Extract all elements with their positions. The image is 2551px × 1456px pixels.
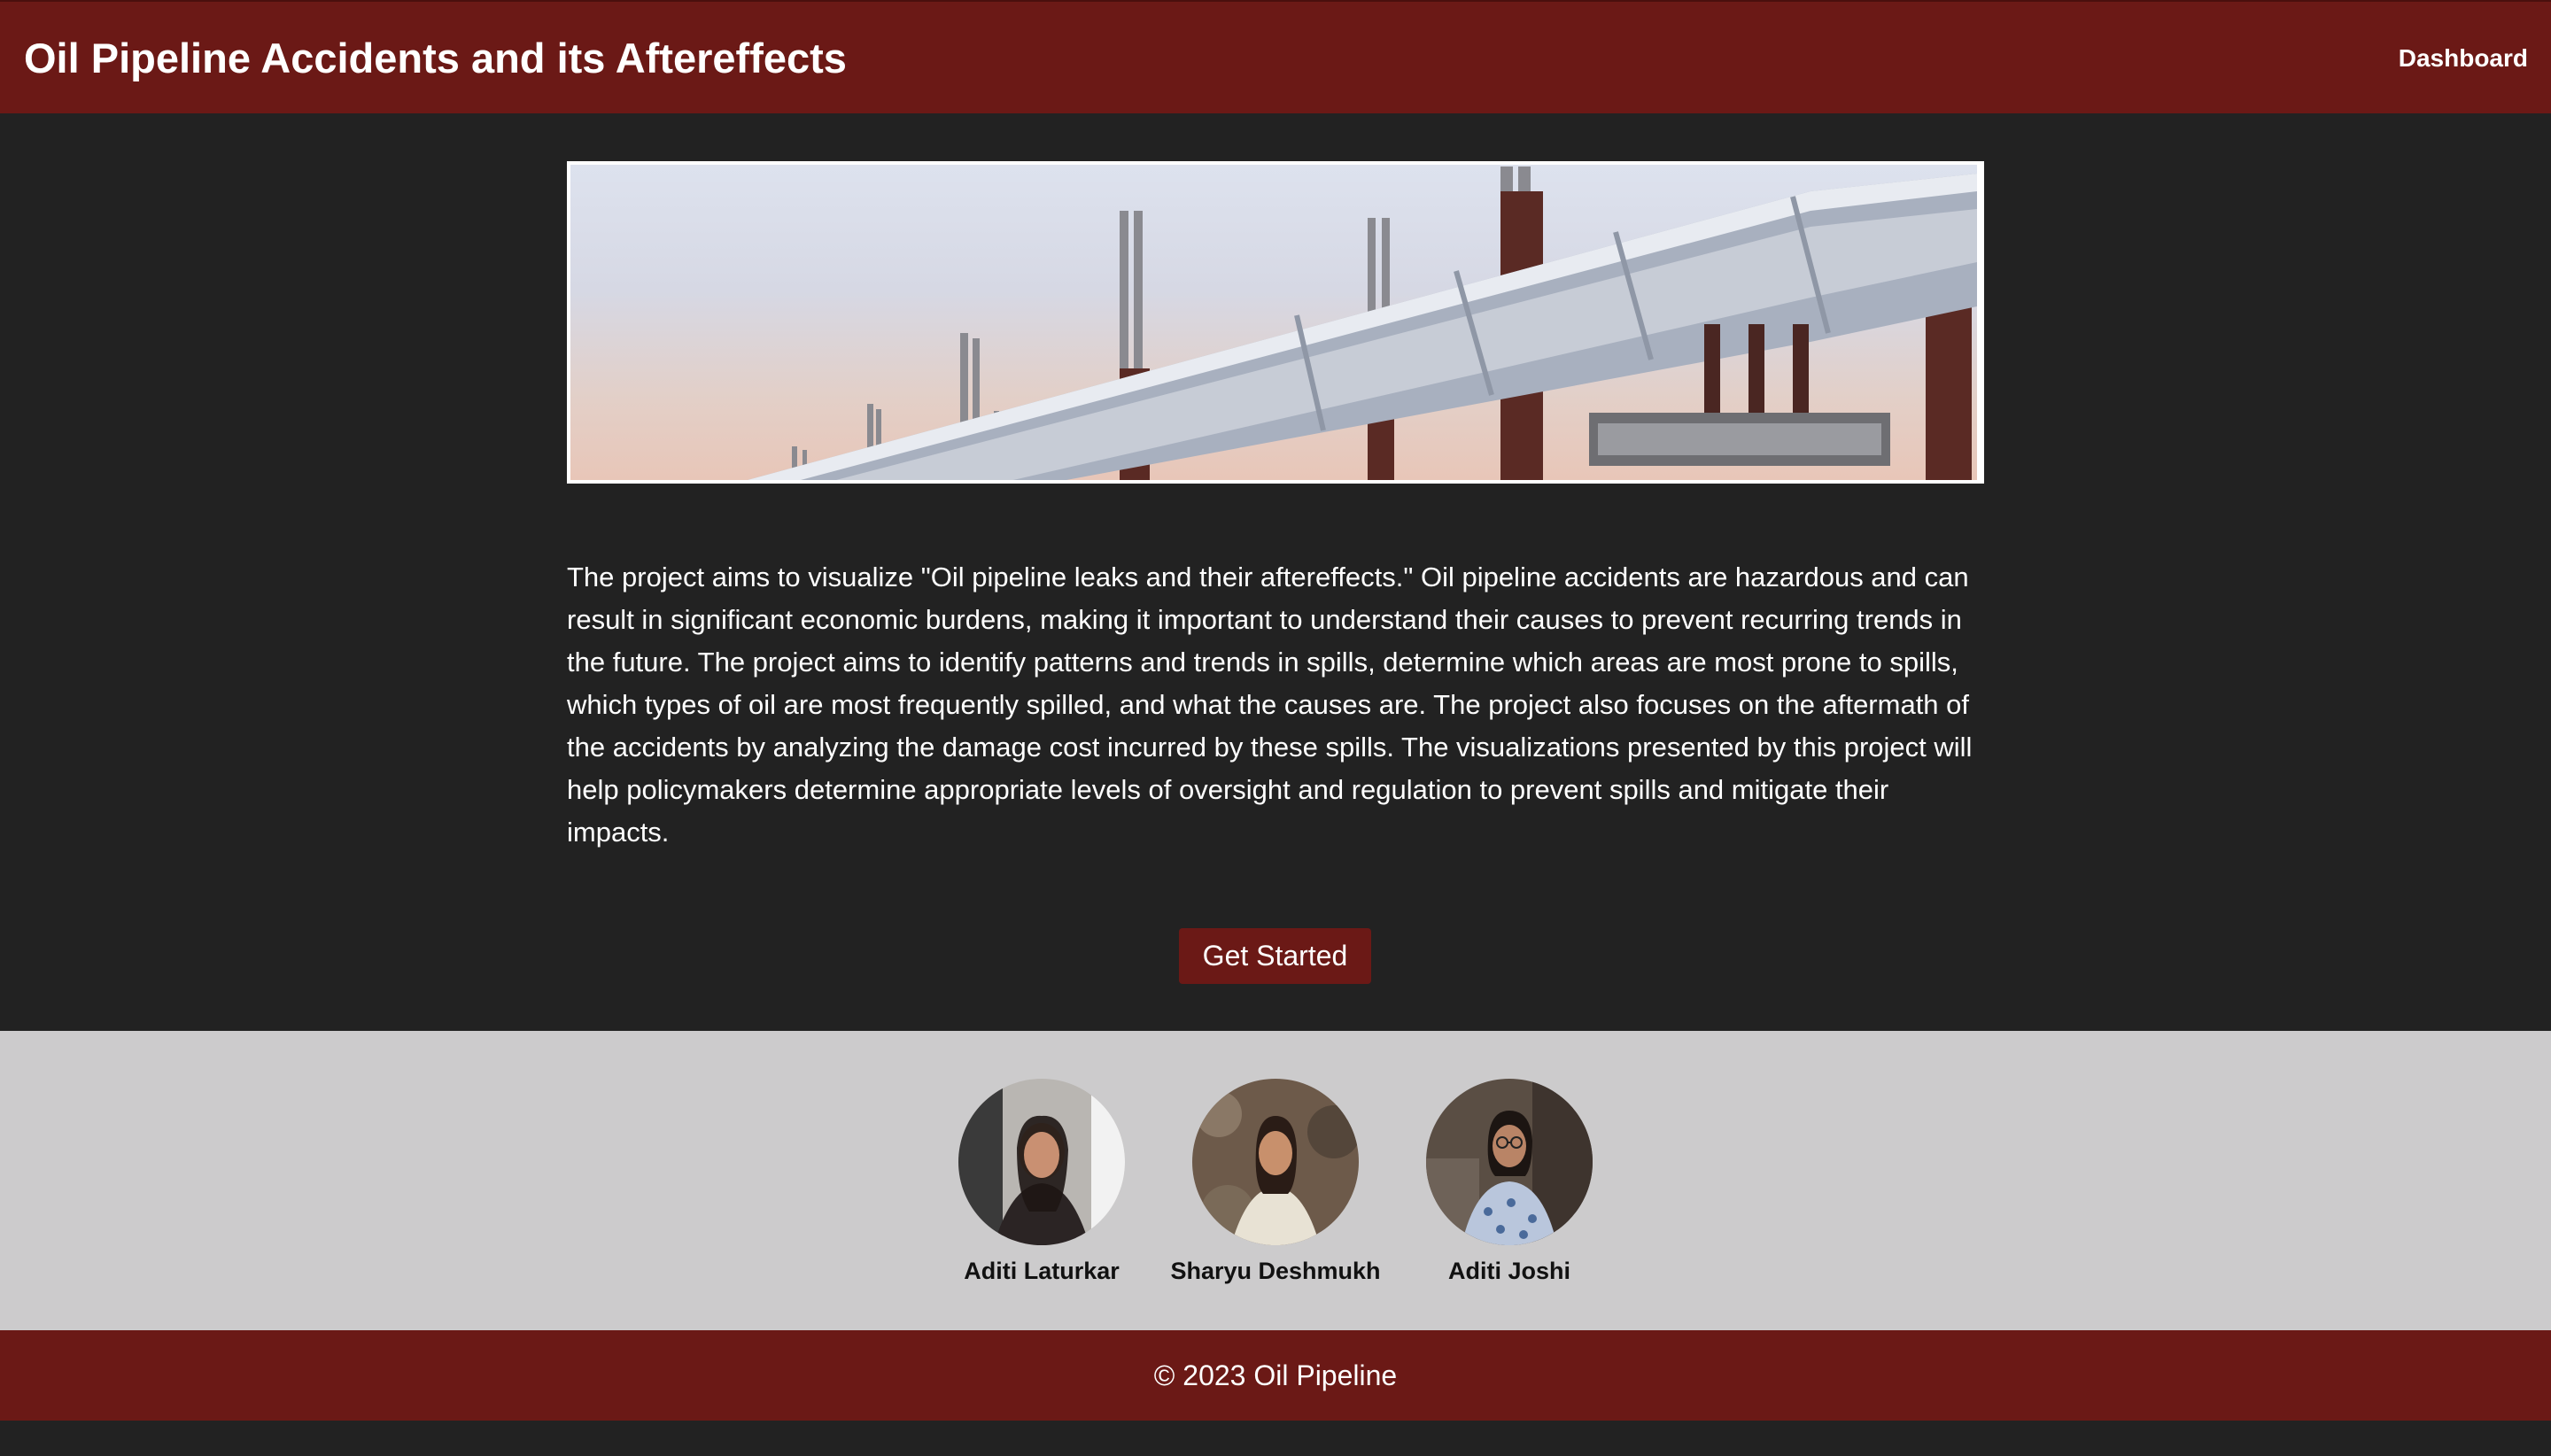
copyright-text: © 2023 Oil Pipeline [1153,1359,1398,1391]
nav-dashboard-link[interactable]: Dashboard [2399,2,2528,115]
site-footer: © 2023 Oil Pipeline [0,1330,2551,1421]
site-title: Oil Pipeline Accidents and its Aftereffe… [24,35,847,81]
team-member-card: Aditi Laturkar [918,1079,1166,1285]
hero-pipeline-image [567,161,1984,484]
project-description: The project aims to visualize "Oil pipel… [567,561,1973,848]
avatar [958,1079,1125,1245]
team-member-name: Aditi Laturkar [964,1258,1120,1284]
team-member-name: Aditi Joshi [1447,1258,1570,1284]
avatar [1426,1079,1593,1245]
get-started-button[interactable]: Get Started [1179,928,1371,984]
team-member-name: Sharyu Deshmukh [1170,1258,1381,1284]
site-header: Oil Pipeline Accidents and its Aftereffe… [0,0,2551,113]
avatar [1192,1079,1359,1245]
team-member-card: Aditi Joshi [1385,1079,1633,1285]
team-section: Aditi Laturkar Sharyu Deshmukh Aditi Jos… [0,1031,2551,1330]
pipeline-illustration [748,167,1977,480]
team-member-card: Sharyu Deshmukh [1151,1079,1400,1285]
